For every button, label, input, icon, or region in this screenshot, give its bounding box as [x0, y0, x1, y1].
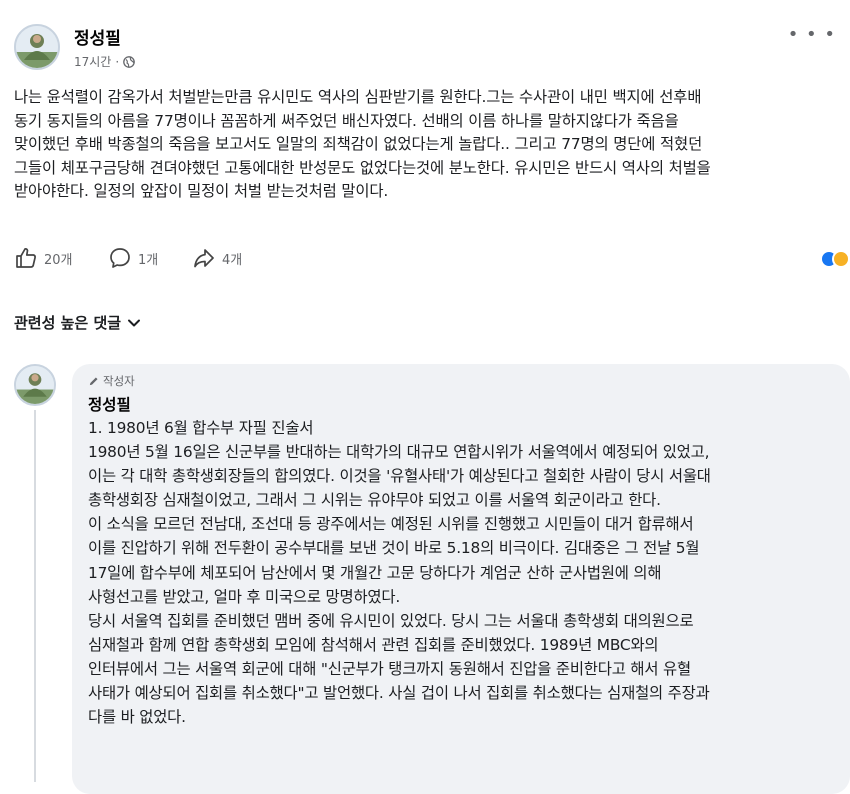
thumbs-up-icon	[16, 248, 36, 268]
share-count: 4개	[222, 252, 243, 268]
comment-author-avatar[interactable]	[14, 364, 56, 406]
comment-bubble-icon	[110, 248, 130, 268]
comment-count: 1개	[138, 252, 159, 268]
meta-separator: ·	[115, 54, 120, 69]
sad-reaction-icon	[832, 250, 850, 268]
like-count: 20개	[44, 252, 73, 268]
comment-bubble: 작성자 정성필 1. 1980년 6월 합수부 자필 진술서 1980년 5월 …	[72, 364, 850, 794]
comment-button[interactable]: 1개	[108, 246, 158, 270]
post-header: 정성필 17시간 · • • •	[14, 22, 836, 72]
post-author-name[interactable]: 정성필	[74, 24, 121, 49]
avatar-photo	[16, 26, 58, 68]
post-time[interactable]: 17시간	[74, 53, 111, 70]
reaction-summary[interactable]	[820, 250, 850, 270]
post-meta: 17시간 ·	[74, 53, 136, 70]
more-dots-icon[interactable]: • • •	[788, 24, 836, 45]
comment-thread-line	[34, 410, 36, 782]
comment-sort-dropdown[interactable]: 관련성 높은 댓글	[14, 312, 141, 333]
chevron-down-icon	[128, 319, 141, 326]
comment-sort-label: 관련성 높은 댓글	[14, 314, 122, 332]
post-text: 나는 윤석렬이 감옥가서 처벌받는만큼 유시민도 역사의 심판받기를 원한다.그…	[14, 88, 711, 201]
author-badge-label: 작성자	[103, 374, 135, 388]
comment-text: 1. 1980년 6월 합수부 자필 진술서 1980년 5월 16일은 신군부…	[88, 419, 711, 727]
globe-icon[interactable]	[123, 55, 136, 68]
avatar-photo	[16, 366, 54, 404]
author-badge: 작성자	[88, 373, 135, 389]
share-button[interactable]: 4개	[192, 246, 242, 270]
like-button[interactable]: 20개	[14, 246, 73, 270]
share-arrow-icon	[194, 249, 214, 268]
pencil-icon	[89, 376, 98, 385]
author-avatar[interactable]	[14, 24, 60, 70]
post-action-bar: 20개 1개 4개	[14, 246, 850, 276]
comment-author-name[interactable]: 정성필	[88, 393, 131, 415]
